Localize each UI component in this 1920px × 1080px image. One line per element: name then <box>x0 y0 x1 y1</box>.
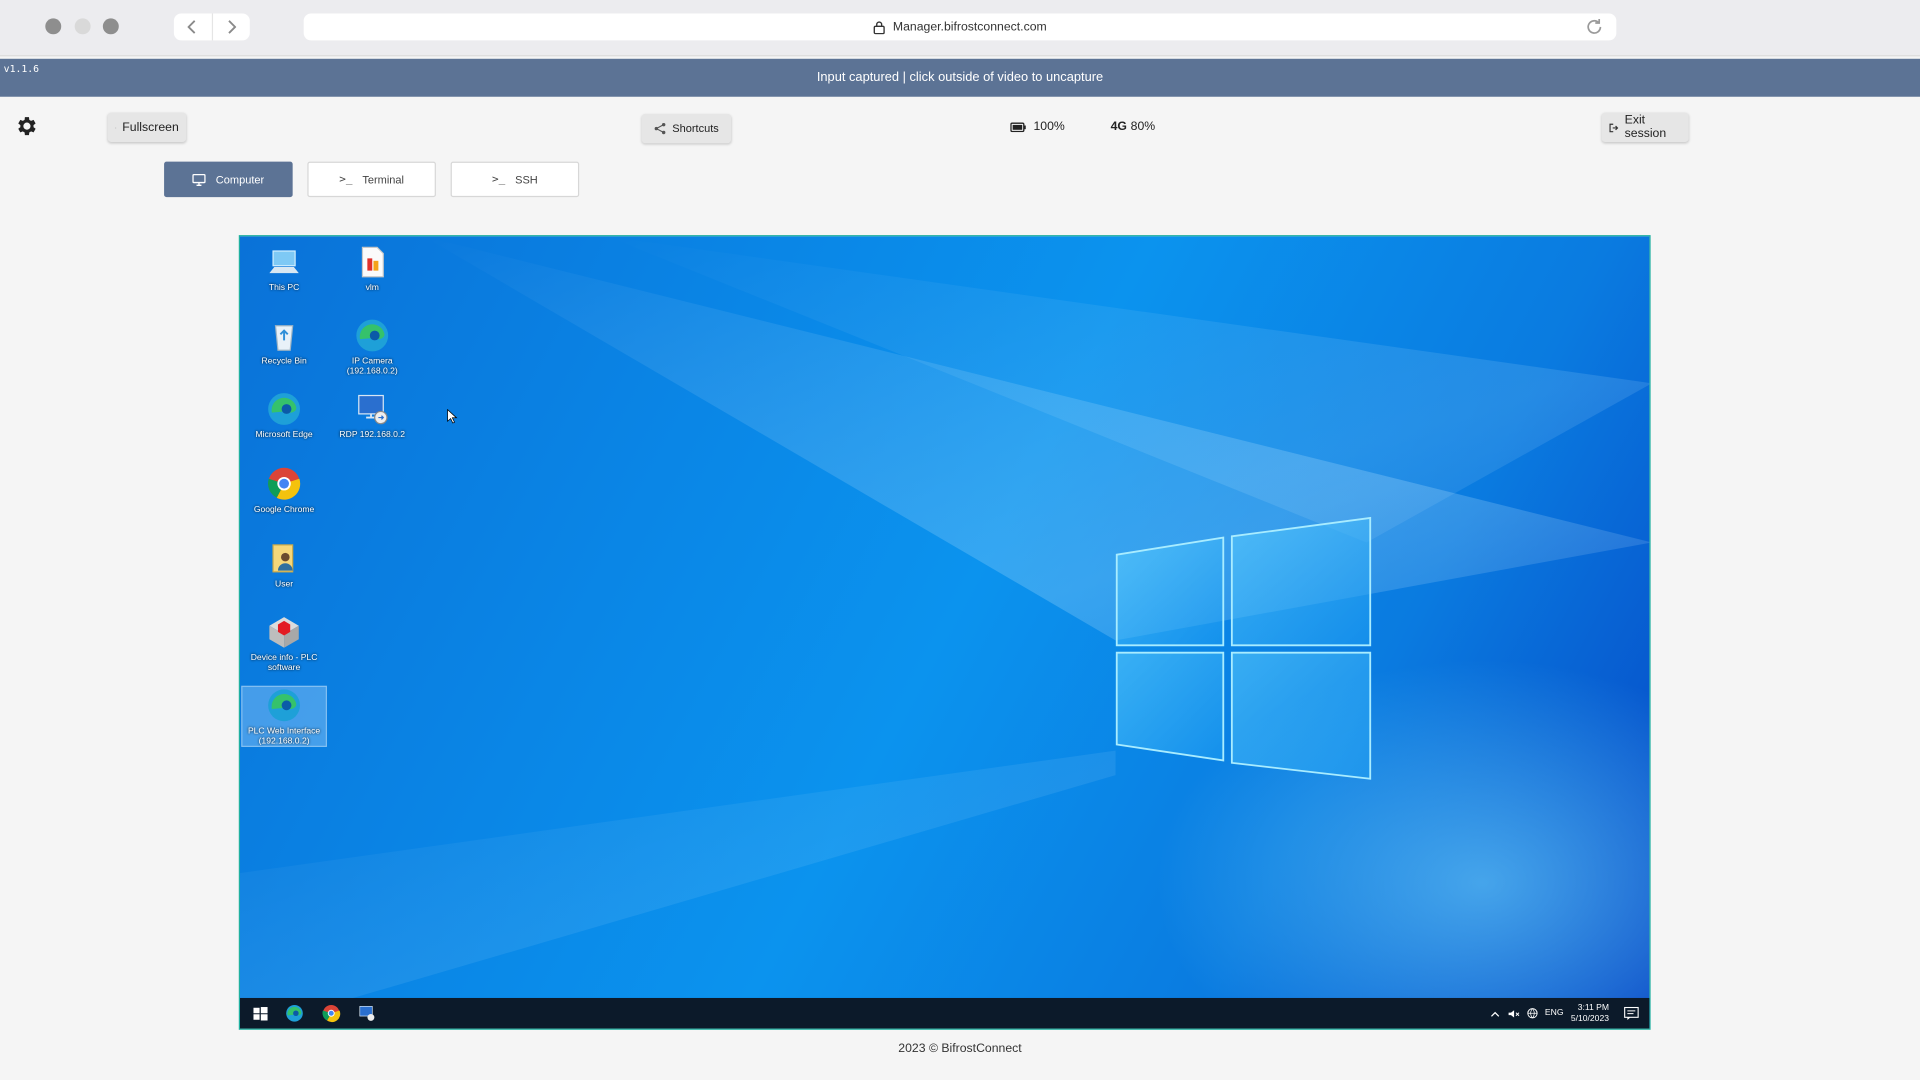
windows-start-icon[interactable] <box>250 1003 271 1024</box>
desktop-icon-microsoft-edge[interactable]: Microsoft Edge <box>242 391 325 441</box>
back-button[interactable] <box>174 13 213 41</box>
tab-terminal[interactable]: >_ Terminal <box>307 161 436 198</box>
windows-logo <box>1115 516 1372 780</box>
network-type: 4G <box>1110 120 1127 134</box>
mouse-cursor-icon <box>447 408 458 424</box>
desktop-icon-ip-camera[interactable]: IP Camera (192.168.0.2) <box>331 317 414 377</box>
navigation-buttons <box>173 13 250 41</box>
desktop-icon-rdp[interactable]: RDP 192.168.0.2 <box>331 391 414 441</box>
battery-status: 100% <box>1010 120 1065 133</box>
chevron-up-icon[interactable] <box>1490 1010 1500 1017</box>
tab-ssh-label: SSH <box>515 173 538 186</box>
language-indicator[interactable]: ENG <box>1545 1009 1564 1018</box>
desktop-icon-recycle-bin[interactable]: Recycle Bin <box>242 317 325 367</box>
rdp-icon <box>358 394 388 425</box>
desktop-icon-plc-web-interface[interactable]: PLC Web Interface (192.168.0.2) <box>241 685 327 747</box>
file-icon <box>361 246 384 278</box>
battery-icon <box>1010 121 1026 132</box>
desktop-icon-vlm[interactable]: vlm <box>331 244 414 294</box>
exit-session-label: Exit session <box>1624 113 1667 141</box>
clock-date: 5/10/2023 <box>1570 1014 1609 1024</box>
chevron-right-icon <box>228 20 237 34</box>
footer-copyright: 2023 © BifrostConnect <box>898 1042 1022 1056</box>
desktop-icon-user[interactable]: User <box>242 540 325 590</box>
clock-time: 3:11 PM <box>1577 1003 1609 1013</box>
taskbar-rdp-icon[interactable] <box>356 1003 377 1024</box>
url-text: Manager.bifrostconnect.com <box>892 20 1047 34</box>
signal-status: 4G 80% <box>1111 120 1156 133</box>
chevron-left-icon <box>187 20 196 34</box>
monitor-icon <box>192 173 206 186</box>
capture-banner: v1.1.6 Input captured | click outside of… <box>0 58 1920 97</box>
taskbar-clock[interactable]: 3:11 PM 5/10/2023 <box>1571 1002 1609 1024</box>
edge-icon <box>268 393 301 425</box>
chrome-icon <box>268 467 301 500</box>
battery-value: 100% <box>1033 120 1065 134</box>
forward-button[interactable] <box>212 13 249 40</box>
browser-chrome: Manager.bifrostconnect.com <box>0 0 1920 57</box>
fullscreen-label: Fullscreen <box>122 120 179 135</box>
system-tray: ENG 3:11 PM 5/10/2023 <box>1490 998 1640 1029</box>
desktop-icon-google-chrome[interactable]: Google Chrome <box>242 465 325 515</box>
desktop-icon-this-pc[interactable]: This PC <box>242 244 325 294</box>
taskbar-edge-icon[interactable] <box>284 1003 305 1024</box>
app-stage: Manager.bifrostconnect.com v1.1.6 Input … <box>0 0 1920 1080</box>
address-bar[interactable]: Manager.bifrostconnect.com <box>303 13 1617 41</box>
tab-terminal-label: Terminal <box>362 173 404 186</box>
notifications-icon[interactable] <box>1624 1006 1640 1021</box>
windows-wallpaper <box>240 236 1650 1029</box>
share-icon <box>654 122 666 135</box>
signal-value: 80% <box>1130 120 1156 134</box>
tab-computer[interactable]: Computer <box>164 161 293 198</box>
tab-computer-label: Computer <box>215 173 265 186</box>
recycle-bin-icon <box>274 325 294 351</box>
this-pc-icon <box>269 250 299 274</box>
globe-icon[interactable] <box>1526 1008 1538 1019</box>
capture-message: Input captured | click outside of video … <box>816 69 1104 85</box>
edge-icon <box>268 689 301 722</box>
lock-icon <box>873 20 885 34</box>
maximize-window-icon[interactable] <box>102 18 119 35</box>
user-folder-icon <box>272 544 294 573</box>
desktop-icon-plc-software[interactable]: Device info - PLC software <box>242 613 325 673</box>
fullscreen-button[interactable]: Fullscreen <box>107 112 187 143</box>
exit-icon <box>1609 123 1619 132</box>
terminal-icon: >_ <box>339 173 353 186</box>
speaker-muted-icon[interactable] <box>1507 1008 1519 1018</box>
minimize-window-icon[interactable] <box>74 18 91 35</box>
shortcuts-label: Shortcuts <box>672 122 719 135</box>
settings-gear-icon[interactable] <box>15 114 39 138</box>
close-window-icon[interactable] <box>45 18 62 35</box>
expand-icon <box>115 126 117 128</box>
ssh-terminal-icon: >_ <box>492 173 506 186</box>
taskbar-chrome-icon[interactable] <box>321 1003 342 1024</box>
windows-taskbar: ENG 3:11 PM 5/10/2023 <box>240 997 1650 1029</box>
plc-software-icon <box>269 617 299 648</box>
remote-desktop-view[interactable]: This PC Recycle Bin Microsoft Edge Googl… <box>238 235 1651 1030</box>
reload-icon[interactable] <box>1585 17 1605 37</box>
exit-session-button[interactable]: Exit session <box>1601 112 1689 143</box>
tab-ssh[interactable]: >_ SSH <box>450 161 580 198</box>
shortcuts-button[interactable]: Shortcuts <box>641 113 732 144</box>
edge-icon <box>356 319 389 352</box>
